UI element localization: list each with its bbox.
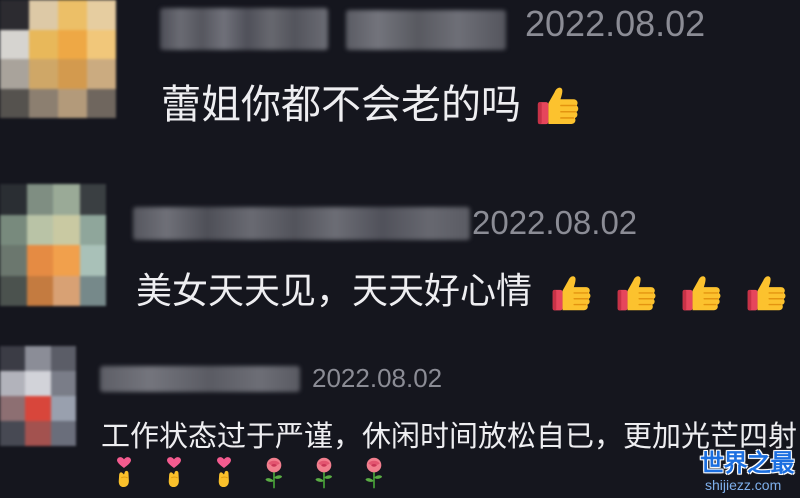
comment-item: 2022.08.02 美女天天见，天天好心情: [0, 175, 800, 340]
avatar-mosaic-cell: [0, 371, 26, 396]
avatar-mosaic-cell: [50, 421, 76, 446]
avatar-mosaic-cell: [87, 0, 116, 30]
avatar-mosaic-cell: [79, 214, 106, 245]
avatar-mosaic-cell: [0, 214, 27, 245]
avatar-mosaic-cell: [26, 184, 53, 215]
avatar-mosaic-cell: [0, 59, 29, 89]
avatar-mosaic-cell: [25, 421, 51, 446]
avatar-mosaic-cell: [87, 59, 116, 89]
comment-list: 2022.08.02 蕾姐你都不会老的吗 2022.08.02 美女天天见，天天…: [0, 0, 800, 498]
avatar-mosaic-cell: [25, 371, 51, 396]
avatar-mosaic-cell: [25, 396, 51, 421]
finger-heart-icon: [217, 457, 231, 488]
username-redacted-part[interactable]: [346, 10, 506, 50]
avatar-mosaic-cell: [26, 245, 53, 276]
comment-item: 2022.08.02 蕾姐你都不会老的吗: [0, 0, 800, 175]
comment-item: 2022.08.02 工作状态过于严谨，休闲时间放松自已，更加光芒四射: [0, 340, 800, 498]
comment-date: 2022.08.02: [472, 204, 638, 241]
avatar-mosaic-cell: [29, 0, 58, 30]
avatar-mosaic-cell: [0, 0, 29, 30]
avatar-mosaic-cell: [0, 275, 27, 306]
avatar-mosaic-cell: [53, 245, 80, 276]
commenter-avatar[interactable]: [0, 184, 106, 306]
avatar-mosaic-cell: [0, 346, 26, 371]
avatar-mosaic-cell: [79, 275, 106, 306]
finger-heart-icon: [167, 457, 181, 488]
comment-text: 美女天天见，天天好心情: [136, 271, 533, 312]
avatar-mosaic-cell: [0, 29, 29, 59]
avatar-mosaic-cell: [53, 275, 80, 306]
comment-emoji-list: [550, 271, 788, 314]
avatar-mosaic-cell: [0, 421, 26, 446]
username-redacted[interactable]: [100, 366, 300, 392]
avatar-mosaic-cell: [50, 371, 76, 396]
finger-heart-icon: [117, 457, 131, 488]
avatar-mosaic-cell: [87, 29, 116, 59]
comment-emoji-list: [111, 455, 387, 489]
avatar-mosaic-cell: [0, 184, 27, 215]
avatar-mosaic-cell: [79, 184, 106, 215]
avatar-mosaic-cell: [53, 214, 80, 245]
rose-icon: [315, 457, 333, 489]
avatar-mosaic-cell: [0, 396, 26, 421]
avatar-mosaic-cell: [58, 88, 87, 118]
avatar-mosaic-cell: [0, 245, 27, 276]
avatar-mosaic-cell: [0, 88, 29, 118]
commenter-avatar[interactable]: [0, 0, 116, 118]
avatar-mosaic-cell: [26, 214, 53, 245]
avatar-mosaic-cell: [87, 88, 116, 118]
watermark-title: 世界之最: [700, 449, 795, 477]
avatar-mosaic-cell: [29, 88, 58, 118]
rose-icon: [265, 457, 283, 489]
thumbs-up-icon: [682, 275, 721, 310]
comment-body: 蕾姐你都不会老的吗: [161, 80, 581, 130]
comment-emoji-list: [535, 82, 581, 128]
thumbs-up-icon: [747, 275, 786, 310]
avatar-mosaic-cell: [58, 29, 87, 59]
avatar-mosaic-cell: [79, 245, 106, 276]
comment-date: 2022.08.02: [525, 3, 706, 44]
comment-date: 2022.08.02: [312, 363, 443, 393]
commenter-avatar[interactable]: [0, 346, 76, 446]
avatar-mosaic-cell: [50, 396, 76, 421]
rose-icon: [365, 457, 383, 489]
avatar-mosaic-cell: [58, 0, 87, 30]
thumbs-up-icon: [537, 87, 579, 125]
avatar-mosaic-cell: [26, 275, 53, 306]
avatar-mosaic-cell: [25, 346, 51, 371]
comment-body: 美女天天见，天天好心情: [136, 268, 788, 316]
avatar-mosaic-cell: [29, 59, 58, 89]
thumbs-up-icon: [552, 275, 591, 310]
watermark-url: shijiezz.com: [705, 477, 782, 493]
thumbs-up-icon: [617, 275, 656, 310]
comment-text: 工作状态过于严谨，休闲时间放松自已，更加光芒四射: [101, 419, 798, 453]
avatar-mosaic-cell: [50, 346, 76, 371]
avatar-mosaic-cell: [29, 29, 58, 59]
comment-text: 蕾姐你都不会老的吗: [161, 82, 521, 128]
avatar-mosaic-cell: [53, 184, 80, 215]
watermark: 世界之最 shijiezz.com: [700, 449, 796, 495]
avatar-mosaic-cell: [58, 59, 87, 89]
username-redacted[interactable]: [160, 8, 328, 50]
username-redacted[interactable]: [133, 207, 470, 240]
